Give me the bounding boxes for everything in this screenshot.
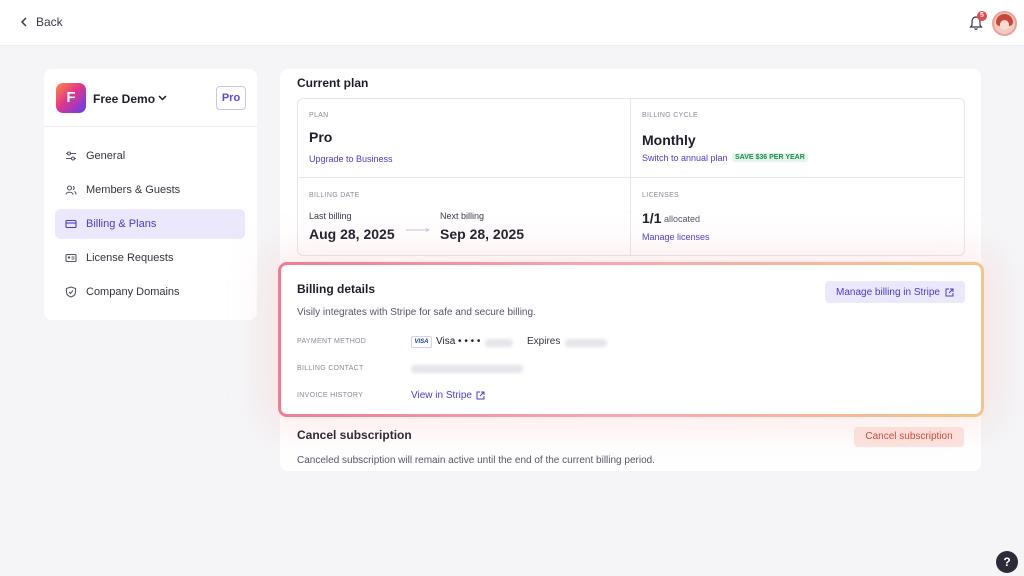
sliders-icon bbox=[66, 151, 76, 161]
top-bar: Back 5 bbox=[0, 0, 1024, 46]
next-billing-label: Next billing bbox=[440, 211, 485, 221]
plan-value: Pro bbox=[309, 129, 333, 145]
expires-label: Expires bbox=[527, 336, 561, 347]
sidebar-item-label: General bbox=[86, 150, 126, 162]
sidebar-item-license-requests[interactable]: License Requests bbox=[55, 243, 245, 273]
sidebar-divider bbox=[44, 126, 257, 127]
notification-badge: 5 bbox=[977, 11, 987, 21]
plan-grid: PLAN Pro Upgrade to Business BILLING CYC… bbox=[297, 98, 965, 256]
redacted-billing-contact bbox=[411, 365, 523, 373]
sidebar-item-label: Members & Guests bbox=[86, 184, 181, 196]
plan-caption: PLAN bbox=[309, 112, 329, 119]
external-link-icon bbox=[945, 288, 954, 296]
settings-sidebar: F Free Demo Pro General Members & Guests… bbox=[44, 69, 257, 320]
visa-logo: VISA bbox=[411, 336, 432, 348]
shield-icon bbox=[65, 286, 77, 298]
id-card-icon bbox=[65, 253, 77, 263]
redacted-card-digits bbox=[485, 339, 513, 347]
invoice-history-caption: INVOICE HISTORY bbox=[297, 392, 364, 399]
workspace-logo: F bbox=[56, 83, 86, 113]
help-button[interactable]: ? bbox=[996, 551, 1018, 573]
sidebar-item-billing[interactable]: Billing & Plans bbox=[55, 209, 245, 239]
grid-divider-horizontal bbox=[298, 177, 964, 178]
chevron-down-icon[interactable] bbox=[158, 94, 167, 102]
arrow-right-icon bbox=[406, 228, 430, 232]
billing-details-title: Billing details bbox=[297, 282, 376, 296]
billing-date-caption: BILLING DATE bbox=[309, 192, 360, 199]
back-label: Back bbox=[36, 15, 63, 29]
billing-description: Visily integrates with Stripe for safe a… bbox=[297, 307, 536, 318]
billing-contact-caption: BILLING CONTACT bbox=[297, 365, 364, 372]
cancel-subscription-button[interactable]: Cancel subscription bbox=[854, 427, 964, 447]
sidebar-item-members[interactable]: Members & Guests bbox=[55, 175, 245, 205]
avatar-face bbox=[1000, 20, 1009, 30]
view-in-stripe-label: View in Stripe bbox=[411, 390, 472, 401]
sidebar-item-label: Company Domains bbox=[86, 286, 180, 298]
sidebar-item-general[interactable]: General bbox=[55, 141, 245, 171]
current-plan-title: Current plan bbox=[297, 76, 369, 90]
payment-method-caption: PAYMENT METHOD bbox=[297, 338, 367, 345]
manage-licenses-link[interactable]: Manage licenses bbox=[642, 232, 710, 242]
users-icon bbox=[65, 185, 77, 195]
licenses-allocated-label: allocated bbox=[664, 214, 701, 224]
licenses-caption: LICENSES bbox=[642, 192, 680, 199]
upgrade-link[interactable]: Upgrade to Business bbox=[309, 154, 393, 164]
back-button[interactable]: Back bbox=[20, 15, 63, 29]
cancel-subscription-title: Cancel subscription bbox=[297, 428, 412, 442]
next-billing-date: Sep 28, 2025 bbox=[440, 226, 525, 242]
redacted-expiry bbox=[565, 339, 607, 347]
view-in-stripe-link[interactable]: View in Stripe bbox=[411, 390, 485, 401]
card-number-masked: Visa • • • • bbox=[436, 336, 481, 347]
licenses-value: 1/1 bbox=[642, 210, 662, 226]
sidebar-item-label: License Requests bbox=[86, 252, 174, 264]
switch-annual-link[interactable]: Switch to annual plan bbox=[642, 153, 728, 163]
manage-billing-label: Manage billing in Stripe bbox=[836, 286, 940, 298]
manage-billing-stripe-button[interactable]: Manage billing in Stripe bbox=[825, 281, 965, 303]
billing-details-inner: Billing details Manage billing in Stripe… bbox=[281, 265, 981, 414]
sidebar-item-label: Billing & Plans bbox=[86, 218, 157, 230]
credit-card-icon bbox=[65, 219, 77, 229]
external-link-icon bbox=[476, 391, 485, 400]
plan-badge: Pro bbox=[216, 86, 246, 110]
last-billing-date: Aug 28, 2025 bbox=[309, 226, 395, 242]
billing-cycle-caption: BILLING CYCLE bbox=[642, 112, 699, 119]
last-billing-label: Last billing bbox=[309, 211, 352, 221]
chevron-left-icon bbox=[20, 17, 27, 27]
workspace-name[interactable]: Free Demo bbox=[93, 92, 155, 106]
sidebar-item-company-domains[interactable]: Company Domains bbox=[55, 277, 245, 307]
billing-details-card: Billing details Manage billing in Stripe… bbox=[278, 262, 984, 417]
save-badge: SAVE $36 PER YEAR bbox=[732, 153, 808, 162]
avatar[interactable] bbox=[992, 11, 1017, 36]
billing-cycle-value: Monthly bbox=[642, 132, 696, 148]
cancel-description: Canceled subscription will remain active… bbox=[297, 455, 655, 466]
